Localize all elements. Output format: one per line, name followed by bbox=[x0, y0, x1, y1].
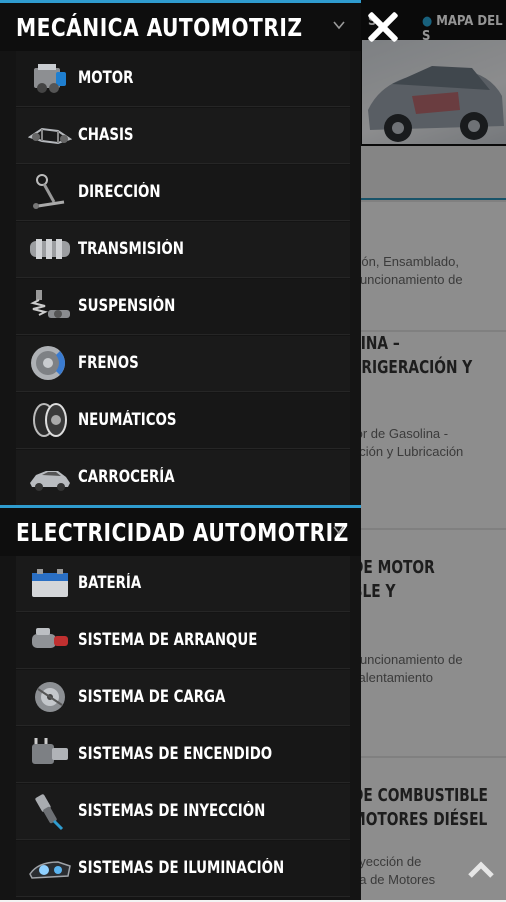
ignition-coil-icon bbox=[32, 738, 68, 764]
suspension-icon bbox=[30, 290, 70, 318]
menu-item-label: NEUMÁTICOS bbox=[78, 410, 177, 429]
menu-item-sistemas-de-inyeccion[interactable]: SISTEMAS DE INYECCIÓN bbox=[16, 784, 350, 840]
tire-icon bbox=[33, 403, 67, 437]
close-icon[interactable] bbox=[364, 8, 400, 44]
menu-item-sistema-de-carga[interactable]: SISTEMA DE CARGA bbox=[16, 670, 350, 726]
section-title: MECÁNICA AUTOMOTRIZ bbox=[16, 13, 303, 42]
brake-disc-icon bbox=[31, 346, 65, 380]
chevron-down-icon[interactable] bbox=[333, 19, 345, 31]
menu-item-neumaticos[interactable]: NEUMÁTICOS bbox=[16, 393, 350, 449]
menu-item-sistemas-de-encendido[interactable]: SISTEMAS DE ENCENDIDO bbox=[16, 727, 350, 783]
menu-item-label: SISTEMAS DE ENCENDIDO bbox=[78, 744, 273, 763]
menu-item-sistemas-de-iluminacion[interactable]: SISTEMAS DE ILUMINACIÓN bbox=[16, 841, 350, 897]
menu-item-frenos[interactable]: FRENOS bbox=[16, 336, 350, 392]
menu-item-label: SUSPENSIÓN bbox=[78, 296, 176, 315]
menu-item-suspension[interactable]: SUSPENSIÓN bbox=[16, 279, 350, 335]
navigation-drawer: MECÁNICA AUTOMOTRIZ MOTOR CHASIS DIRECCI… bbox=[0, 0, 361, 900]
chevron-down-icon[interactable] bbox=[333, 524, 345, 536]
menu-item-label: CARROCERÍA bbox=[78, 467, 175, 486]
menu-item-label: CHASIS bbox=[78, 125, 134, 144]
chassis-icon bbox=[28, 127, 72, 145]
menu-item-label: SISTEMAS DE INYECCIÓN bbox=[78, 801, 266, 820]
menu-item-label: FRENOS bbox=[78, 353, 139, 372]
menu-item-label: SISTEMA DE CARGA bbox=[78, 687, 226, 706]
alternator-icon bbox=[35, 682, 65, 712]
engine-icon bbox=[34, 64, 66, 93]
menu-item-carroceria[interactable]: CARROCERÍA bbox=[16, 450, 350, 506]
injector-icon bbox=[35, 794, 64, 831]
menu-item-label: BATERÍA bbox=[78, 573, 142, 592]
transmission-icon bbox=[30, 239, 70, 259]
steering-icon bbox=[33, 174, 65, 209]
menu-item-motor[interactable]: MOTOR bbox=[16, 51, 350, 107]
menu-item-label: MOTOR bbox=[78, 68, 134, 87]
menu-item-direccion[interactable]: DIRECCIÓN bbox=[16, 165, 350, 221]
menu-item-bateria[interactable]: BATERÍA bbox=[16, 556, 350, 612]
menu-item-sistema-de-arranque[interactable]: SISTEMA DE ARRANQUE bbox=[16, 613, 350, 669]
menu-item-chasis[interactable]: CHASIS bbox=[16, 108, 350, 164]
car-body-icon bbox=[30, 471, 70, 491]
menu-item-label: DIRECCIÓN bbox=[78, 182, 161, 201]
section-header-electricidad[interactable]: ELECTRICIDAD AUTOMOTRIZ bbox=[0, 505, 361, 556]
headlight-icon bbox=[29, 861, 71, 879]
menu-item-transmision[interactable]: TRANSMISIÓN bbox=[16, 222, 350, 278]
scroll-to-top-icon[interactable] bbox=[467, 860, 495, 880]
section-title: ELECTRICIDAD AUTOMOTRIZ bbox=[16, 518, 349, 547]
menu-item-label: TRANSMISIÓN bbox=[78, 239, 184, 258]
menu-item-label: SISTEMAS DE ILUMINACIÓN bbox=[78, 858, 285, 877]
section-header-mecanica[interactable]: MECÁNICA AUTOMOTRIZ bbox=[0, 0, 361, 51]
battery-icon bbox=[32, 569, 68, 597]
starter-motor-icon bbox=[32, 628, 68, 648]
menu-item-label: SISTEMA DE ARRANQUE bbox=[78, 630, 258, 649]
